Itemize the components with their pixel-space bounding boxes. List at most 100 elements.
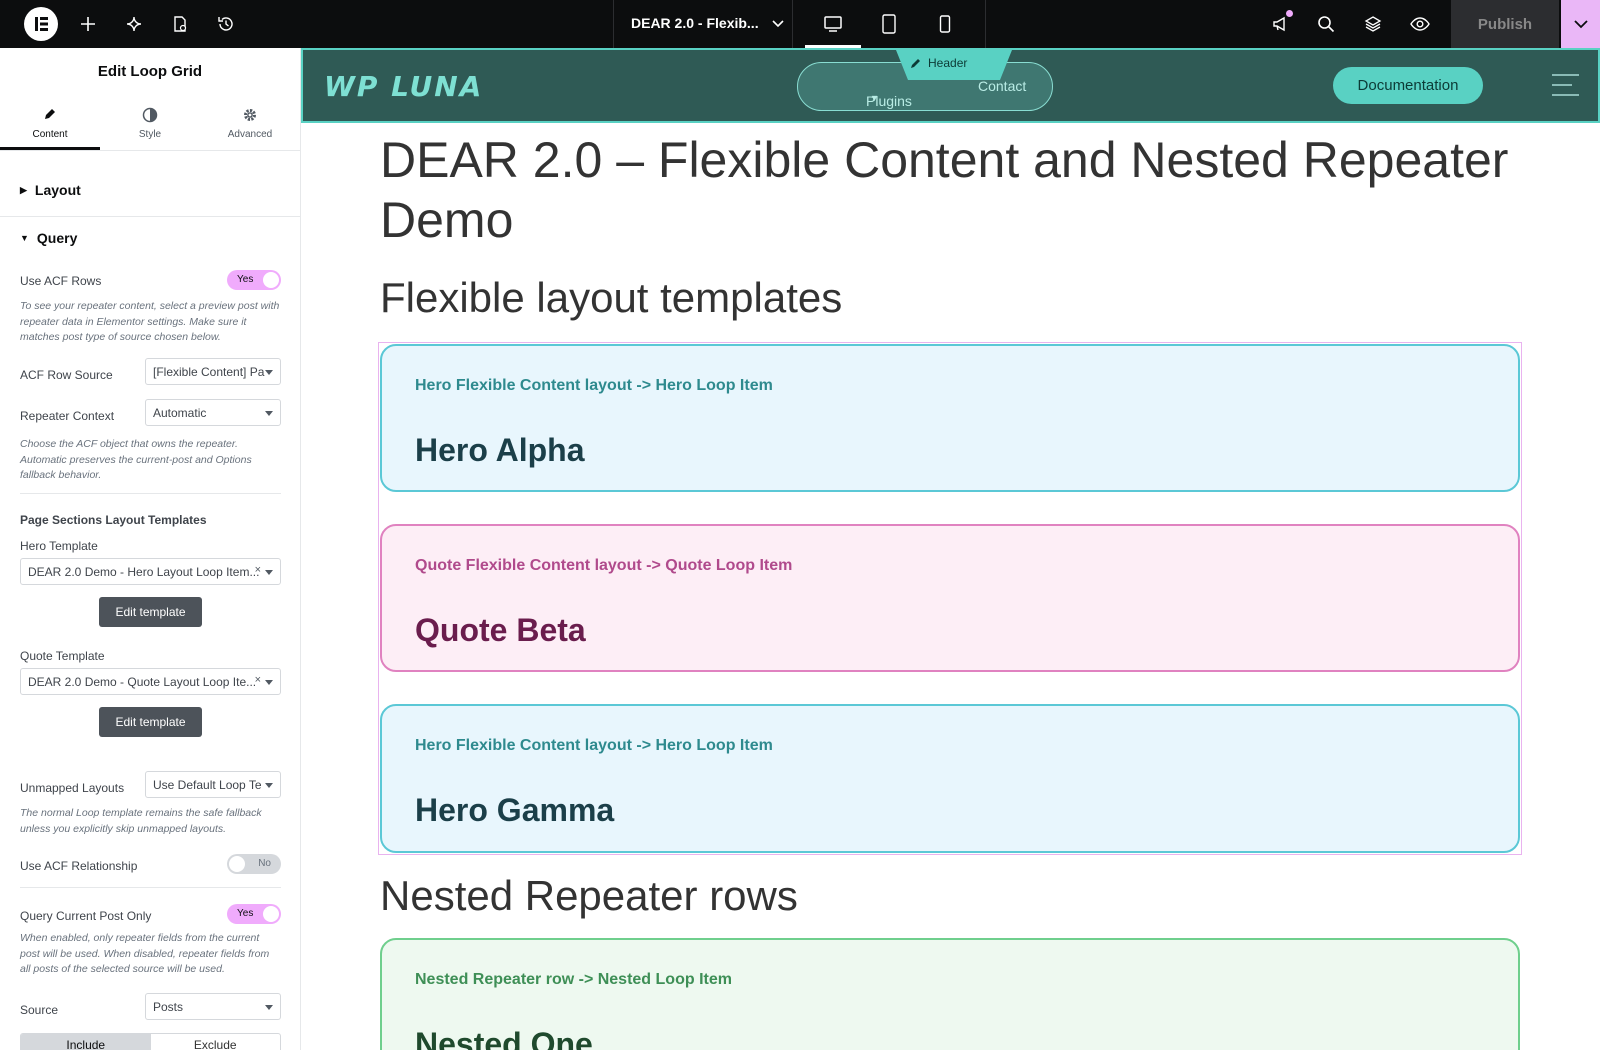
repeater-context-note: Choose the ACF object that owns the repe… xyxy=(20,438,252,481)
card-subtitle: Nested Repeater row -> Nested Loop Item xyxy=(415,971,732,988)
documentation-button[interactable]: Documentation xyxy=(1333,67,1483,104)
site-header[interactable]: WP LUNA Plugins ▼ Contact Header Documen… xyxy=(301,48,1600,123)
panel-title: Edit Loop Grid xyxy=(97,63,203,80)
ai-sparkle-icon[interactable] xyxy=(122,12,146,36)
toggle-knob xyxy=(229,856,245,872)
query-current-post-label: Query Current Post Only xyxy=(20,909,152,923)
loop-card-nested-one[interactable]: Nested Repeater row -> Nested Loop Item … xyxy=(380,938,1520,1050)
divider xyxy=(0,216,300,217)
divider xyxy=(985,0,986,48)
hero-template-label: Hero Template xyxy=(20,539,98,553)
use-acf-rows-note: To see your repeater content, select a p… xyxy=(20,300,280,343)
use-acf-rows-toggle[interactable]: Yes xyxy=(227,270,281,290)
clear-icon[interactable]: × xyxy=(255,564,261,576)
card-title: Nested One xyxy=(415,1026,593,1050)
query-current-post-toggle[interactable]: Yes xyxy=(227,904,281,924)
source-label: Source xyxy=(20,1003,59,1017)
caret-down-icon: ▼ xyxy=(870,93,879,103)
card-subtitle: Hero Flexible Content layout -> Hero Loo… xyxy=(415,737,773,754)
history-icon[interactable] xyxy=(214,12,238,36)
select-value: Automatic xyxy=(153,406,207,420)
tab-label: Advanced xyxy=(227,129,273,140)
divider xyxy=(20,493,281,494)
select-value: DEAR 2.0 Demo - Quote Layout Loop Ite... xyxy=(28,675,257,689)
editor-top-bar: DEAR 2.0 - Flexib... Publish xyxy=(0,0,1600,48)
edit-quote-template-button[interactable]: Edit template xyxy=(99,707,202,737)
publish-options-button[interactable] xyxy=(1561,0,1600,48)
elementor-logo-icon[interactable] xyxy=(24,7,58,41)
structure-icon[interactable] xyxy=(1361,12,1385,36)
dropdown-arrow-icon xyxy=(265,1005,273,1010)
card-title: Hero Gamma xyxy=(415,792,615,828)
use-acf-rows-label: Use ACF Rows xyxy=(20,274,102,288)
publish-button[interactable]: Publish xyxy=(1451,0,1559,48)
dropdown-arrow-icon xyxy=(265,570,273,575)
section-heading-flexible: Flexible layout templates xyxy=(380,274,843,321)
loop-card-hero-alpha[interactable]: Hero Flexible Content layout -> Hero Loo… xyxy=(380,344,1520,492)
toggle-text: Yes xyxy=(237,908,254,919)
include-tab[interactable]: Include xyxy=(21,1034,151,1050)
nav-contact[interactable]: Contact xyxy=(978,78,1026,94)
exclude-tab[interactable]: Exclude xyxy=(151,1034,281,1050)
tab-style[interactable]: Style xyxy=(100,95,200,150)
page-settings-icon[interactable] xyxy=(168,12,192,36)
gear-icon xyxy=(244,109,256,121)
quote-template-label: Quote Template xyxy=(20,649,105,663)
search-icon[interactable] xyxy=(1314,12,1338,36)
tab-content[interactable]: Content xyxy=(0,95,100,150)
section-label: Query xyxy=(36,230,78,246)
repeater-context-label: Repeater Context xyxy=(20,409,115,423)
toggle-knob xyxy=(263,906,279,922)
toggle-text: Yes xyxy=(237,274,254,285)
desktop-icon[interactable] xyxy=(805,0,861,48)
clear-icon[interactable]: × xyxy=(255,674,261,686)
mobile-icon[interactable] xyxy=(917,0,973,48)
tab-label: Style xyxy=(138,129,162,140)
select-value: Use Default Loop Te xyxy=(153,778,262,792)
select-value: [Flexible Content] Pa xyxy=(153,365,265,379)
toggle-knob xyxy=(263,272,279,288)
dropdown-arrow-icon xyxy=(265,783,273,788)
chevron-down-icon xyxy=(772,20,785,28)
header-tag[interactable]: Header xyxy=(910,56,967,70)
hero-template-select[interactable]: DEAR 2.0 Demo - Hero Layout Loop Item...… xyxy=(20,558,281,585)
edit-hero-template-button[interactable]: Edit template xyxy=(99,597,202,627)
page-title: DEAR 2.0 – Flexible Content and Nested R… xyxy=(380,132,1509,248)
add-icon[interactable] xyxy=(76,12,100,36)
document-title-text: DEAR 2.0 - Flexib... xyxy=(631,15,759,31)
repeater-context-select[interactable]: Automatic xyxy=(145,399,281,426)
tab-advanced[interactable]: Advanced xyxy=(200,95,300,150)
tablet-icon[interactable] xyxy=(861,0,917,48)
divider xyxy=(613,0,614,48)
divider xyxy=(20,887,281,888)
hamburger-menu-icon[interactable] xyxy=(1552,74,1579,104)
editor-panel: Edit Loop Grid Content Style Advanced ▶ L… xyxy=(0,48,301,1050)
half-circle-icon xyxy=(142,107,158,123)
caret-down-icon: ▼ xyxy=(20,233,29,243)
card-title: Quote Beta xyxy=(415,612,586,648)
card-title: Hero Alpha xyxy=(415,432,585,468)
caret-right-icon: ▶ xyxy=(20,184,27,195)
include-exclude-switch: Include Exclude xyxy=(20,1033,281,1050)
loop-card-quote-beta[interactable]: Quote Flexible Content layout -> Quote L… xyxy=(380,524,1520,672)
card-subtitle: Quote Flexible Content layout -> Quote L… xyxy=(415,557,793,574)
unmapped-layouts-label: Unmapped Layouts xyxy=(20,781,125,795)
acf-row-source-select[interactable]: [Flexible Content] Pa xyxy=(145,358,281,385)
query-current-post-note: When enabled, only repeater fields from … xyxy=(20,932,270,975)
document-title[interactable]: DEAR 2.0 - Flexib... xyxy=(631,15,785,31)
preview-canvas: WP LUNA Plugins ▼ Contact Header Documen… xyxy=(301,48,1600,1050)
loop-card-hero-gamma[interactable]: Hero Flexible Content layout -> Hero Loo… xyxy=(380,704,1520,853)
section-label: Layout xyxy=(34,182,81,198)
source-select[interactable]: Posts xyxy=(145,993,281,1020)
quote-template-select[interactable]: DEAR 2.0 Demo - Quote Layout Loop Ite...… xyxy=(20,668,281,695)
toggle-text: No xyxy=(258,858,271,869)
unmapped-layouts-select[interactable]: Use Default Loop Te xyxy=(145,771,281,798)
use-acf-relationship-toggle[interactable]: No xyxy=(227,854,281,874)
card-subtitle: Hero Flexible Content layout -> Hero Loo… xyxy=(415,377,773,394)
section-query[interactable]: ▼ Query xyxy=(20,230,77,246)
panel-tabs: Content Style Advanced xyxy=(0,95,300,151)
section-heading-nested: Nested Repeater rows xyxy=(380,872,798,919)
section-layout[interactable]: ▶ Layout xyxy=(20,182,81,198)
site-logo[interactable]: WP LUNA xyxy=(324,70,483,103)
preview-icon[interactable] xyxy=(1408,12,1432,36)
